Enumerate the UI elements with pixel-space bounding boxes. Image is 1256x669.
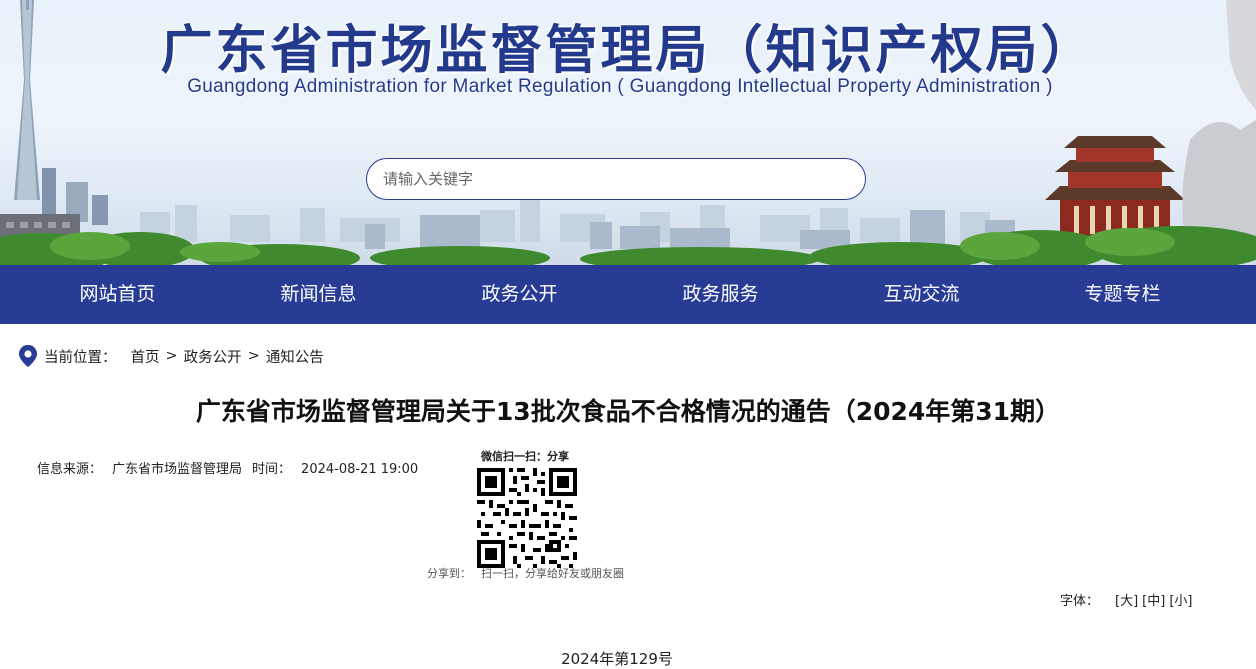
breadcrumb-gov-affairs[interactable]: 政务公开: [184, 346, 242, 367]
font-size-small-button[interactable]: [小]: [1169, 594, 1192, 609]
document-number: 2024年第129号: [561, 650, 673, 668]
nav-item-interaction[interactable]: 互动交流: [821, 265, 1022, 324]
font-size-control: 字体： [大] [中] [小]: [1060, 590, 1192, 609]
nav-item-news[interactable]: 新闻信息: [218, 265, 419, 324]
font-size-medium-button[interactable]: [中]: [1142, 594, 1165, 609]
location-pin-icon: [19, 345, 37, 367]
breadcrumb-home[interactable]: 首页: [131, 346, 160, 367]
time-label: 时间：: [252, 462, 292, 477]
nav-item-gov-services[interactable]: 政务服务: [620, 265, 821, 324]
nav-item-topics[interactable]: 专题专栏: [1022, 265, 1223, 324]
breadcrumb-notices[interactable]: 通知公告: [266, 346, 324, 367]
share-row: 分享到： 扫一扫，分享给好友或朋友圈: [427, 565, 624, 581]
main-nav: 网站首页 新闻信息 政务公开 政务服务 互动交流 专题专栏: [0, 265, 1256, 324]
site-title: 广东省市场监督管理局（知识产权局）: [160, 21, 1096, 81]
site-subtitle: Guangdong Administration for Market Regu…: [187, 76, 1053, 97]
breadcrumb-separator: >: [165, 348, 178, 364]
qr-share-block: 微信扫一扫：分享: [476, 448, 586, 568]
source-label: 信息来源：: [37, 462, 103, 477]
qr-caption: 微信扫一扫：分享: [481, 450, 569, 463]
breadcrumb: 当前位置： 首页 > 政务公开 > 通知公告: [18, 344, 324, 368]
source-value: 广东省市场监督管理局: [112, 462, 243, 477]
share-label: 分享到：: [427, 567, 471, 580]
qr-code-icon[interactable]: [477, 468, 577, 568]
font-size-label: 字体：: [1060, 594, 1100, 609]
article-title: 广东省市场监督管理局关于13批次食品不合格情况的通告（2024年第31期）: [195, 397, 1061, 426]
font-size-large-button[interactable]: [大]: [1115, 594, 1138, 609]
search-input[interactable]: [366, 158, 866, 200]
breadcrumb-label: 当前位置：: [44, 349, 117, 366]
share-hint: 扫一扫，分享给好友或朋友圈: [481, 567, 624, 580]
breadcrumb-separator: >: [247, 348, 260, 364]
time-value: 2024-08-21 19:00: [301, 462, 419, 477]
nav-item-gov-affairs[interactable]: 政务公开: [419, 265, 620, 324]
nav-item-home[interactable]: 网站首页: [17, 265, 218, 324]
article-meta: 信息来源： 广东省市场监督管理局 时间： 2024-08-21 19:00: [37, 458, 428, 477]
header-banner: 广东省市场监督管理局（知识产权局） Guangdong Administrati…: [0, 0, 1256, 265]
